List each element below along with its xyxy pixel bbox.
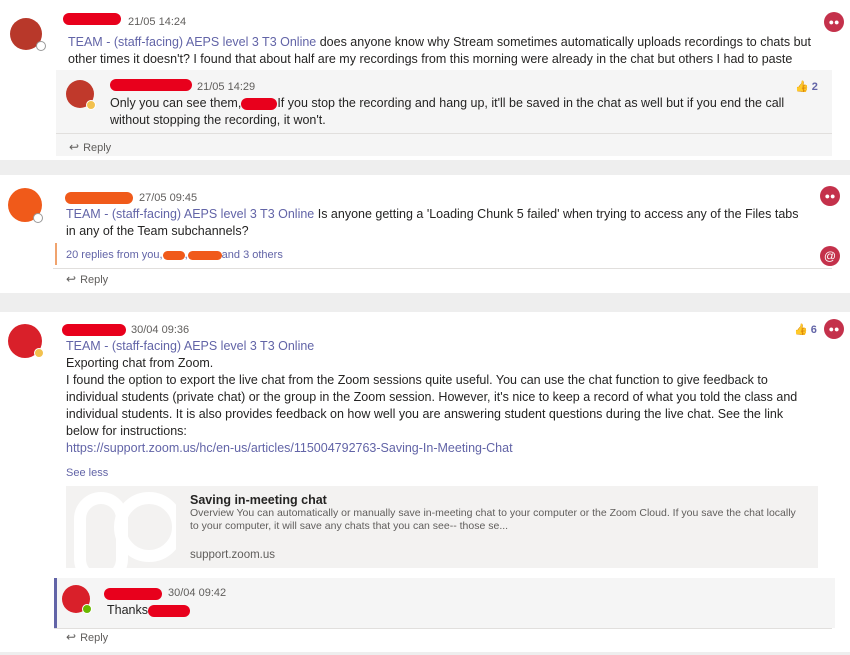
link-preview-card[interactable]: Saving in-meeting chat Overview You can … <box>66 486 818 568</box>
divider <box>54 628 832 629</box>
timestamp: 30/04 09:42 <box>168 587 227 599</box>
timestamp: 21/05 14:29 <box>197 81 256 93</box>
status-dot <box>82 604 92 614</box>
team-mention[interactable]: TEAM - (staff-facing) AEPS level 3 T3 On… <box>68 35 316 49</box>
status-dot <box>86 100 96 110</box>
at-mention-icon: @ <box>820 246 840 266</box>
team-mention[interactable]: TEAM - (staff-facing) AEPS level 3 T3 On… <box>66 338 314 355</box>
reply-summary-accent <box>55 243 57 265</box>
preview-thumbnail <box>66 486 176 568</box>
redacted-name <box>110 79 192 91</box>
redacted-name <box>63 13 121 25</box>
zoom-link[interactable]: https://support.zoom.us/hc/en-us/article… <box>66 440 513 457</box>
message-body: I found the option to export the live ch… <box>66 373 798 438</box>
divider <box>53 268 832 269</box>
team-mention-icon: ●● <box>824 319 844 339</box>
team-mention[interactable]: TEAM - (staff-facing) AEPS level 3 T3 On… <box>66 207 314 221</box>
status-dot <box>34 348 44 358</box>
reply-button[interactable]: ↩ Reply <box>69 140 111 154</box>
team-mention-icon: ●● <box>824 12 844 32</box>
redacted-name <box>104 588 162 600</box>
message-line: Exporting chat from Zoom. <box>66 356 214 370</box>
card-domain: support.zoom.us <box>190 549 276 561</box>
timestamp: 27/05 09:45 <box>139 192 198 204</box>
see-less-link[interactable]: See less <box>66 467 108 479</box>
timestamp: 21/05 14:24 <box>128 16 187 28</box>
reply-text: Only you can see them, If you stop the re… <box>110 96 785 127</box>
reply-text: Thanks <box>107 602 190 619</box>
like-reaction[interactable]: 👍 2 <box>795 80 818 93</box>
post-loading-chunk: 27/05 09:45 ●● TEAM - (staff-facing) AEP… <box>0 175 850 293</box>
divider <box>56 133 832 134</box>
timestamp: 30/04 09:36 <box>131 324 190 336</box>
card-title: Saving in-meeting chat <box>190 493 327 507</box>
reply-button[interactable]: ↩ Reply <box>66 630 108 644</box>
post-zoom-export: 30/04 09:36 👍 6 ●● TEAM - (staff-facing)… <box>0 312 850 652</box>
redacted-name <box>62 324 126 336</box>
replies-summary[interactable]: 20 replies from you,, and 3 others <box>66 249 283 261</box>
redacted-name <box>65 192 133 204</box>
message-body: TEAM - (staff-facing) AEPS level 3 T3 On… <box>66 207 799 238</box>
post-stream-recordings: 21/05 14:24 ●● TEAM - (staff-facing) AEP… <box>0 0 850 160</box>
like-reaction[interactable]: 👍 6 <box>794 323 817 336</box>
card-description: Overview You can automatically or manual… <box>190 507 796 532</box>
reply-button[interactable]: ↩ Reply <box>66 272 108 286</box>
team-mention-icon: ●● <box>820 186 840 206</box>
status-dot <box>36 41 46 51</box>
status-dot <box>33 213 43 223</box>
